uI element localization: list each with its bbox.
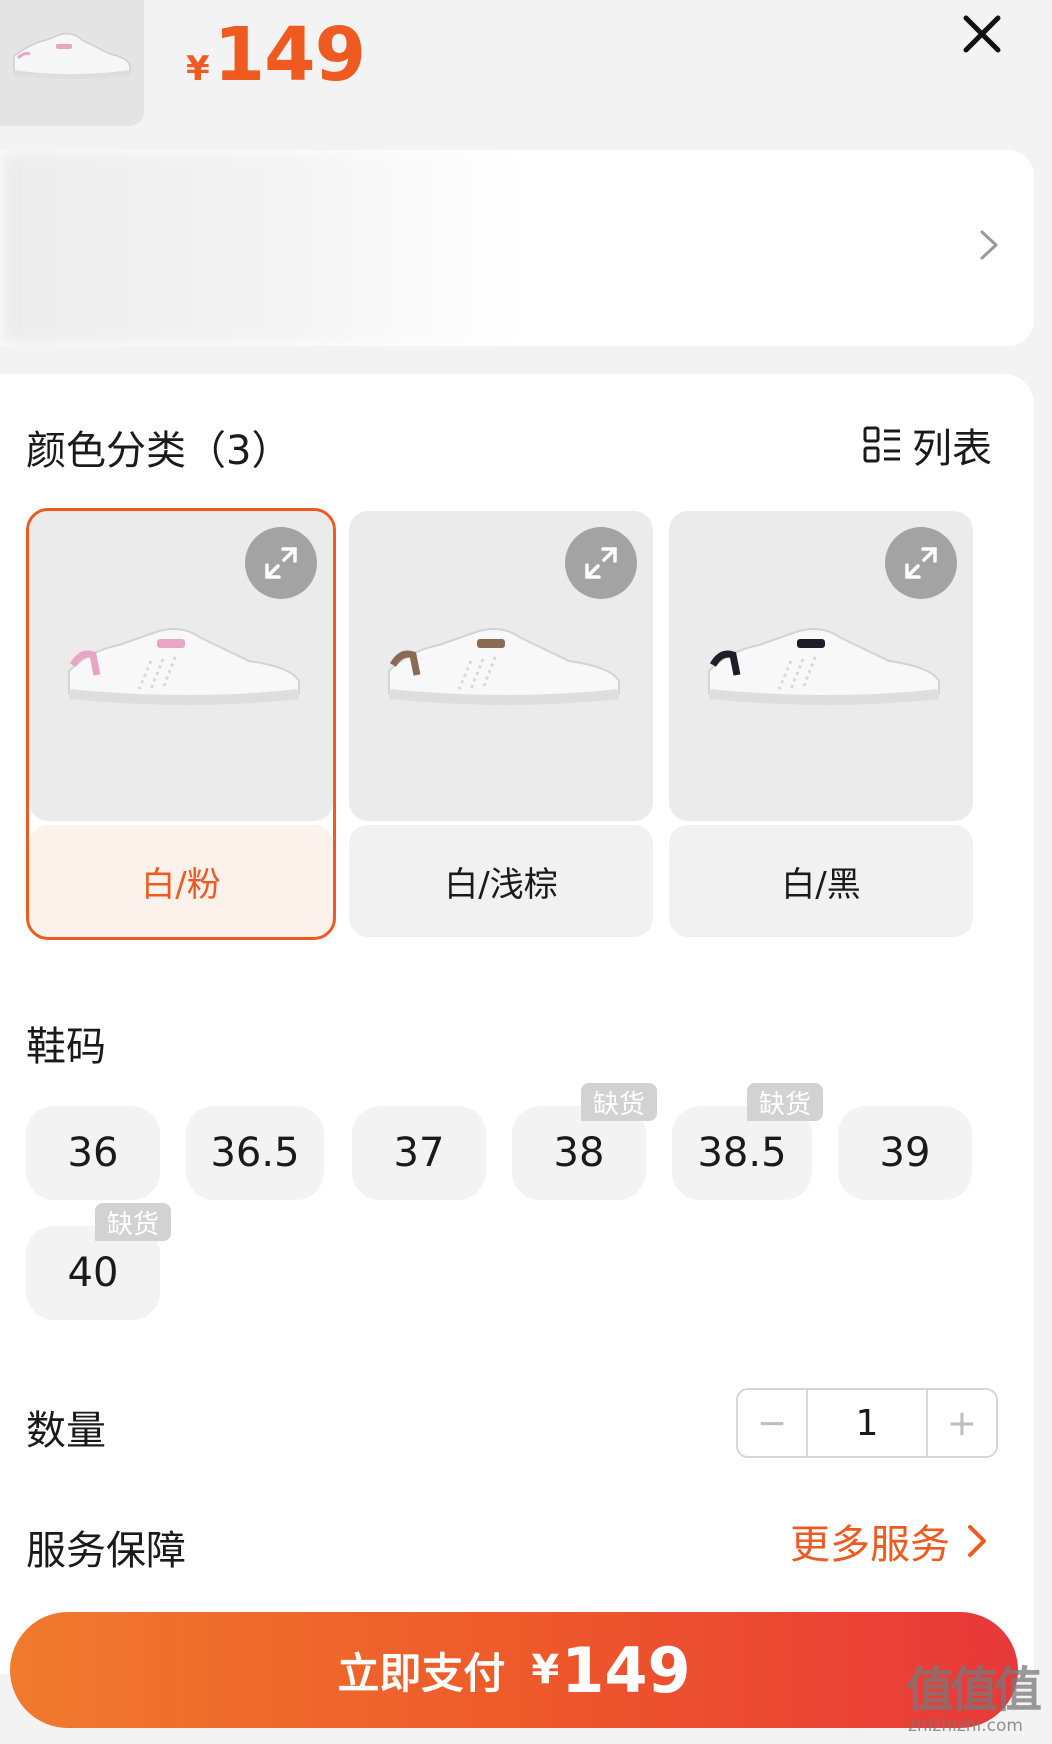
more-services-link[interactable]: 更多服务 bbox=[790, 1512, 988, 1570]
pay-price-value: 149 bbox=[561, 1633, 691, 1707]
price-value: 149 bbox=[213, 12, 366, 98]
size-label: 40 bbox=[67, 1250, 119, 1296]
size-label: 38 bbox=[553, 1130, 605, 1176]
product-thumbnail[interactable] bbox=[0, 0, 144, 126]
close-button[interactable] bbox=[954, 6, 1010, 62]
shoe-image bbox=[68, 628, 300, 705]
shoe-image bbox=[13, 32, 131, 79]
size-label: 36.5 bbox=[210, 1130, 300, 1176]
decrement-button[interactable]: − bbox=[738, 1390, 806, 1456]
color-section-title: 颜色分类（3） bbox=[26, 428, 292, 474]
address-blurred-content bbox=[0, 150, 520, 346]
color-option-label: 白/浅棕 bbox=[349, 825, 653, 937]
size-label: 36 bbox=[67, 1130, 119, 1176]
shoe-image bbox=[388, 628, 620, 705]
color-option-white-black[interactable]: 白/黑 bbox=[666, 508, 976, 940]
size-label: 37 bbox=[393, 1130, 445, 1176]
pay-now-button[interactable]: 立即支付 ¥ 149 bbox=[10, 1612, 1018, 1728]
color-option-label: 白/粉 bbox=[29, 825, 333, 937]
chevron-right-icon bbox=[968, 1525, 986, 1557]
out-of-stock-badge: 缺货 bbox=[94, 1203, 171, 1241]
size-option[interactable]: 38 缺货 bbox=[512, 1083, 657, 1200]
color-option-white-lightbrown[interactable]: 白/浅棕 bbox=[346, 508, 656, 940]
list-view-label: 列表 bbox=[912, 426, 992, 472]
increment-button[interactable]: + bbox=[928, 1390, 996, 1456]
price-display: ¥ 149 bbox=[186, 12, 366, 98]
pay-button-label: 立即支付 bbox=[337, 1648, 506, 1698]
price-symbol: ¥ bbox=[186, 49, 210, 89]
quantity-stepper: − 1 + bbox=[736, 1388, 998, 1458]
out-of-stock-badge: 缺货 bbox=[580, 1083, 657, 1121]
color-option-label: 白/黑 bbox=[669, 825, 973, 937]
color-option-image bbox=[29, 511, 333, 821]
size-label: 38.5 bbox=[697, 1130, 787, 1176]
color-option-white-pink[interactable]: 白/粉 bbox=[26, 508, 336, 940]
expand-icon[interactable] bbox=[245, 527, 317, 599]
list-view-icon bbox=[863, 426, 900, 463]
shoe-image bbox=[708, 628, 940, 705]
size-label: 39 bbox=[879, 1130, 931, 1176]
list-view-toggle[interactable]: 列表 bbox=[862, 420, 992, 472]
quantity-section-title: 数量 bbox=[26, 1408, 106, 1454]
expand-icon[interactable] bbox=[565, 527, 637, 599]
size-option[interactable]: 40 缺货 bbox=[26, 1203, 171, 1320]
size-option[interactable]: 36 bbox=[26, 1106, 160, 1200]
size-option[interactable]: 38.5 缺货 bbox=[672, 1083, 823, 1200]
close-icon bbox=[963, 15, 1001, 53]
size-option[interactable]: 37 bbox=[352, 1106, 486, 1200]
address-card[interactable] bbox=[0, 150, 1034, 346]
out-of-stock-badge: 缺货 bbox=[746, 1083, 823, 1121]
size-option[interactable]: 36.5 bbox=[186, 1106, 324, 1200]
size-section-title: 鞋码 bbox=[26, 1024, 106, 1070]
pay-price-symbol: ¥ bbox=[531, 1647, 560, 1693]
service-section-title: 服务保障 bbox=[26, 1528, 186, 1574]
more-services-label: 更多服务 bbox=[790, 1522, 950, 1568]
size-option[interactable]: 39 bbox=[838, 1106, 972, 1200]
color-option-image bbox=[669, 511, 973, 821]
expand-icon[interactable] bbox=[885, 527, 957, 599]
chevron-right-icon bbox=[976, 226, 1002, 264]
quantity-value[interactable]: 1 bbox=[806, 1390, 928, 1456]
color-option-image bbox=[349, 511, 653, 821]
